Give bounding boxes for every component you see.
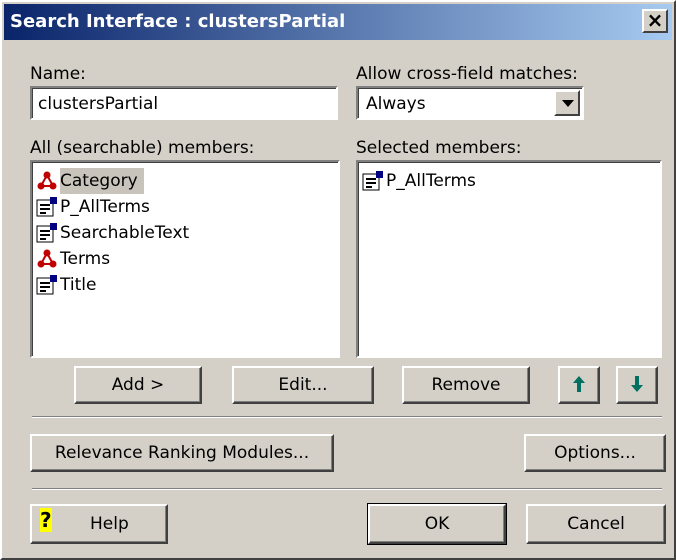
- divider: [32, 488, 662, 490]
- help-icon: ?: [40, 508, 52, 532]
- list-item[interactable]: Terms: [36, 246, 116, 272]
- name-label: Name:: [30, 64, 86, 84]
- chevron-down-icon[interactable]: [554, 90, 580, 116]
- item-label: SearchableText: [60, 223, 190, 243]
- all-members-label: All (searchable) members:: [30, 138, 255, 158]
- remove-button[interactable]: Remove: [402, 366, 530, 404]
- cross-field-select[interactable]: Always: [356, 86, 584, 120]
- property-icon: [36, 275, 57, 295]
- item-label: Terms: [60, 249, 111, 269]
- name-input[interactable]: clustersPartial: [30, 86, 338, 120]
- item-label: P_AllTerms: [386, 171, 476, 191]
- list-item[interactable]: Title: [36, 272, 102, 298]
- move-up-button[interactable]: [558, 366, 600, 404]
- cross-field-value: Always: [366, 94, 426, 114]
- all-members-list[interactable]: Category P_AllTerms SearchableText Terms…: [30, 160, 340, 358]
- add-button[interactable]: Add >: [74, 366, 202, 404]
- list-item[interactable]: P_AllTerms: [36, 194, 156, 220]
- cancel-button[interactable]: Cancel: [526, 504, 666, 544]
- property-icon: [362, 171, 383, 191]
- list-item[interactable]: P_AllTerms: [362, 168, 482, 194]
- list-item[interactable]: Category: [36, 168, 144, 194]
- close-icon: ×: [646, 8, 664, 32]
- close-button[interactable]: ×: [642, 9, 668, 33]
- help-button[interactable]: ? Help: [30, 504, 168, 544]
- edit-button[interactable]: Edit...: [232, 366, 374, 404]
- relevance-ranking-button[interactable]: Relevance Ranking Modules...: [30, 434, 334, 472]
- move-down-button[interactable]: [616, 366, 658, 404]
- selected-members-label: Selected members:: [356, 138, 522, 158]
- arrow-down-icon: [631, 376, 643, 392]
- item-label: Title: [60, 275, 97, 295]
- help-label: Help: [90, 514, 129, 534]
- property-icon: [36, 223, 57, 243]
- window-title: Search Interface : clustersPartial: [10, 11, 346, 32]
- item-label: Category: [60, 168, 144, 194]
- ok-button[interactable]: OK: [367, 503, 507, 545]
- cluster-icon: [37, 171, 57, 190]
- cross-field-label: Allow cross-field matches:: [356, 64, 578, 84]
- property-icon: [36, 197, 57, 217]
- item-label: P_AllTerms: [60, 197, 150, 217]
- options-button[interactable]: Options...: [524, 434, 666, 472]
- cluster-icon: [37, 249, 57, 268]
- divider: [32, 416, 662, 418]
- selected-members-list[interactable]: P_AllTerms: [356, 160, 662, 358]
- arrow-up-icon: [573, 376, 585, 392]
- search-interface-dialog: Search Interface : clustersPartial × Nam…: [0, 0, 676, 560]
- title-bar: Search Interface : clustersPartial ×: [4, 4, 672, 40]
- list-item[interactable]: SearchableText: [36, 220, 195, 246]
